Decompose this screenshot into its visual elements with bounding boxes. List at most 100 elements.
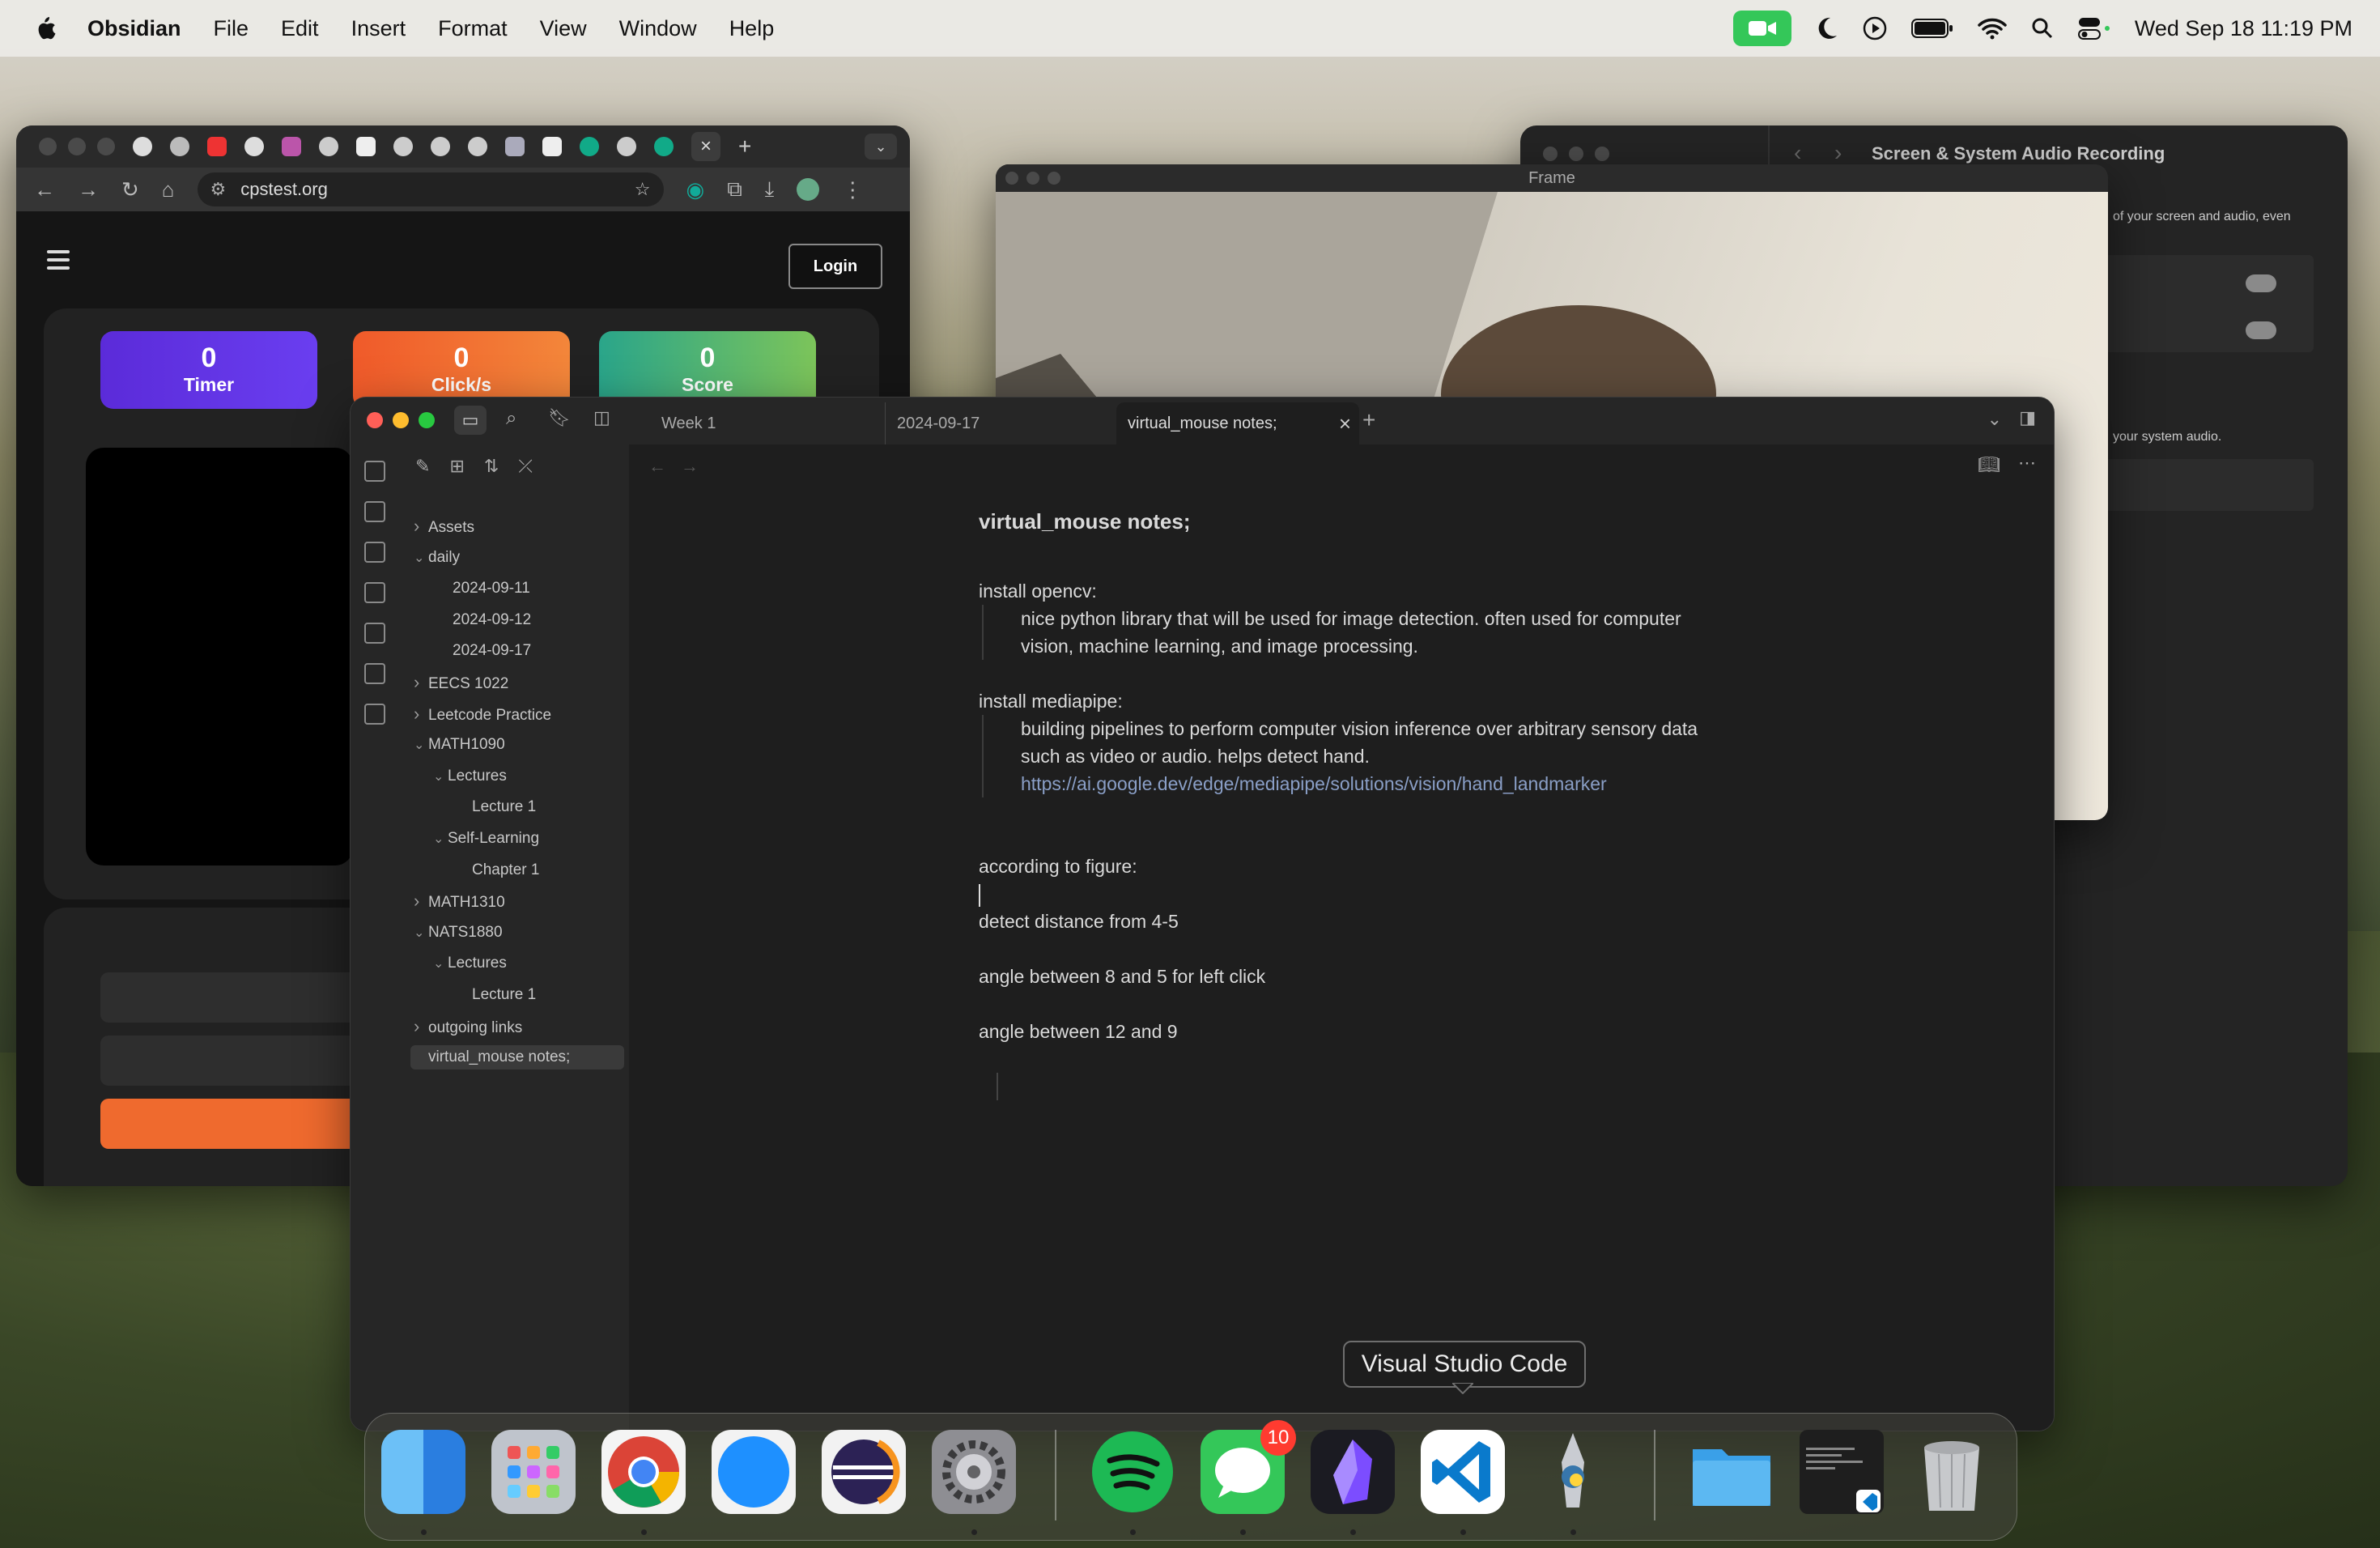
tree-item[interactable]: › outgoing links	[410, 1014, 624, 1039]
close-window-button[interactable]	[367, 412, 383, 428]
minimize-window-button[interactable]	[393, 412, 409, 428]
battery-icon[interactable]	[1910, 18, 1953, 39]
tree-item[interactable]: ⌄ Lectures	[430, 951, 624, 976]
chrome-menu-icon[interactable]: ⋮	[842, 177, 863, 202]
close-window-button[interactable]	[1543, 147, 1558, 161]
tree-item[interactable]: ⌄ NATS1880	[410, 921, 624, 945]
spotify-icon[interactable]	[1090, 1430, 1175, 1514]
tree-item[interactable]: › MATH1310	[410, 889, 624, 913]
chevron-down-icon[interactable]: ⌄	[414, 546, 428, 571]
system-settings-icon[interactable]	[932, 1430, 1016, 1514]
tree-item[interactable]: 2024-09-12	[430, 608, 624, 632]
tree-item[interactable]: ⌄ daily	[410, 546, 624, 570]
nav-back-icon[interactable]: ←	[648, 456, 666, 477]
git-branch-icon[interactable]	[364, 461, 385, 482]
app-tab-icon[interactable]	[282, 137, 301, 156]
search-icon[interactable]: ⌕	[506, 407, 516, 430]
reload-icon[interactable]: ↻	[121, 177, 139, 202]
tab-2024-09-17[interactable]: 2024-09-17	[885, 402, 1120, 444]
back-icon[interactable]: ‹	[1794, 140, 1801, 166]
apple-icon[interactable]	[34, 15, 57, 41]
minimize-window-button[interactable]	[68, 138, 86, 155]
tree-item[interactable]: › Leetcode Practice	[410, 702, 624, 726]
chevron-down-icon[interactable]: ⌄	[414, 921, 428, 946]
option-bar[interactable]	[100, 1036, 368, 1086]
canvas-icon[interactable]	[364, 582, 385, 603]
toggle-sidebar-icon[interactable]: ◫	[593, 407, 610, 428]
profile-avatar-icon[interactable]	[797, 178, 820, 201]
back-icon[interactable]: ←	[34, 177, 55, 202]
chevron-right-icon[interactable]: ›	[414, 889, 428, 913]
grammar-tab-icon[interactable]	[468, 137, 487, 156]
menu-app-name[interactable]: Obsidian	[87, 16, 181, 41]
permission-toggle[interactable]	[2246, 274, 2276, 292]
collapse-all-icon[interactable]: ⤫	[518, 456, 533, 477]
zoom-window-button[interactable]	[419, 412, 435, 428]
login-button[interactable]: Login	[788, 244, 882, 289]
new-tab-icon[interactable]: +	[738, 134, 751, 159]
github-tab-icon[interactable]	[244, 137, 264, 156]
copy-icon[interactable]	[364, 663, 385, 684]
vscode-icon[interactable]	[1421, 1430, 1505, 1514]
menu-edit[interactable]: Edit	[281, 16, 319, 41]
close-window-button[interactable]	[1005, 172, 1018, 185]
tree-item[interactable]: ⌄ MATH1090	[410, 733, 624, 757]
menu-help[interactable]: Help	[729, 16, 775, 41]
tab-search-icon[interactable]: ⌄	[865, 134, 897, 159]
extensions-icon[interactable]: ⧉	[727, 176, 742, 202]
zoom-window-button[interactable]	[97, 138, 115, 155]
github-tab-icon[interactable]	[133, 137, 152, 156]
menu-view[interactable]: View	[540, 16, 587, 41]
more-options-icon[interactable]: ⋯	[2018, 453, 2036, 474]
grammar-tab-icon[interactable]	[431, 137, 450, 156]
new-tab-icon[interactable]: +	[1362, 407, 1375, 433]
tab-list-chevron-icon[interactable]: ⌄	[1987, 409, 2002, 430]
chevron-down-icon[interactable]: ⌄	[433, 827, 448, 852]
graph-view-icon[interactable]	[364, 542, 385, 563]
tree-item[interactable]: 2024-09-17	[430, 639, 624, 663]
tree-item[interactable]: Chapter 1	[449, 858, 624, 882]
file-explorer-tab-icon[interactable]: ▭	[454, 406, 487, 435]
new-note-icon[interactable]: ✎	[415, 456, 430, 477]
reading-view-icon[interactable]: 📖︎	[1978, 454, 2000, 475]
launchpad-icon[interactable]	[491, 1430, 576, 1514]
messages-icon[interactable]: 10	[1201, 1420, 1296, 1514]
file-search-icon[interactable]	[364, 501, 385, 522]
focus-moon-icon[interactable]	[1816, 16, 1838, 40]
nav-forward-icon[interactable]: →	[681, 456, 699, 477]
grammarly-extension-icon[interactable]: ◉	[686, 177, 705, 202]
obsidian-icon[interactable]	[1311, 1430, 1395, 1514]
finder-icon[interactable]	[381, 1430, 465, 1514]
eclipse-icon[interactable]	[822, 1430, 906, 1514]
tab-week-1[interactable]: Week 1	[650, 402, 885, 444]
forward-icon[interactable]: →	[78, 177, 99, 202]
zoom-window-button[interactable]	[1048, 172, 1060, 185]
folder-icon[interactable]	[1689, 1430, 1774, 1514]
click-area[interactable]	[86, 448, 353, 865]
close-tab-icon[interactable]: ×	[691, 132, 720, 161]
chevron-right-icon[interactable]: ›	[414, 514, 428, 538]
option-bar[interactable]	[100, 972, 368, 1023]
permission-toggle[interactable]	[2246, 321, 2276, 339]
hamburger-menu-icon[interactable]	[47, 250, 70, 274]
minimize-window-button[interactable]	[1569, 147, 1583, 161]
docs-tab-icon[interactable]	[505, 137, 525, 156]
menu-format[interactable]: Format	[438, 16, 508, 41]
new-folder-icon[interactable]: ⊞	[449, 456, 464, 477]
tree-item[interactable]: ⌄ Self-Learning	[430, 827, 624, 851]
chatgpt-tab-icon[interactable]	[319, 137, 338, 156]
address-bar[interactable]: ⚙ cpstest.org ☆	[197, 172, 664, 206]
python-launcher-icon[interactable]	[1531, 1430, 1615, 1514]
cps-tab-icon[interactable]	[654, 137, 674, 156]
notion-tab-icon[interactable]	[356, 137, 376, 156]
globe-tab-icon[interactable]	[170, 137, 189, 156]
forward-icon[interactable]: ›	[1834, 140, 1842, 166]
trash-icon[interactable]	[1910, 1430, 1994, 1514]
mediapipe-link[interactable]: https://ai.google.dev/edge/mediapipe/sol…	[1021, 773, 1607, 794]
chevron-down-icon[interactable]: ⌄	[433, 765, 448, 789]
zoom-window-button[interactable]	[1595, 147, 1609, 161]
chevron-right-icon[interactable]: ›	[414, 670, 428, 695]
wifi-icon[interactable]	[1978, 17, 2007, 40]
chrome-icon[interactable]	[601, 1430, 686, 1514]
chevron-right-icon[interactable]: ›	[414, 1014, 428, 1039]
